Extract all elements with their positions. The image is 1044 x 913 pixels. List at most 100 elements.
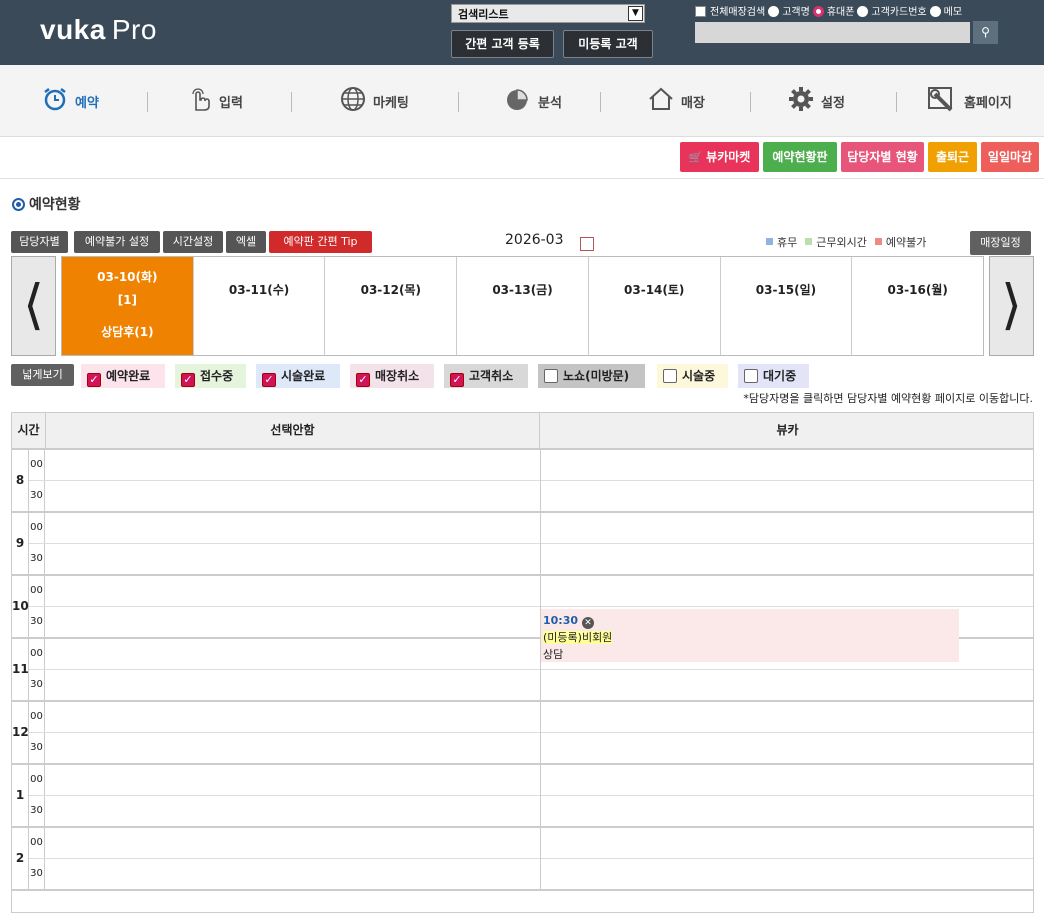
radio-icon[interactable] xyxy=(857,6,869,17)
action-label: 출퇴근 xyxy=(935,150,970,164)
time-slot[interactable] xyxy=(541,702,1033,732)
search-button[interactable]: ⚲ xyxy=(973,21,998,44)
search-option-2[interactable]: 휴대폰 xyxy=(812,3,854,18)
excel-button[interactable]: 엑셀 xyxy=(226,231,266,253)
time-setting-button[interactable]: 시간설정 xyxy=(163,231,223,253)
status-filter[interactable]: ✓ 고객취소 xyxy=(444,364,528,388)
status-filter[interactable]: ✓ 접수중 xyxy=(175,364,246,388)
nav-item-2[interactable]: 마케팅 xyxy=(340,65,409,137)
time-slot[interactable] xyxy=(541,513,1033,543)
time-slot[interactable] xyxy=(46,576,540,606)
time-slot[interactable] xyxy=(46,607,540,637)
legend-label: 휴무 xyxy=(777,236,798,249)
time-slot[interactable] xyxy=(541,481,1033,511)
staff-status-button[interactable]: 담당자별 현황 xyxy=(841,142,924,172)
daily-close-button[interactable]: 일일마감 xyxy=(981,142,1039,172)
status-filter[interactable]: 대기중 xyxy=(738,364,809,388)
time-slot[interactable] xyxy=(46,859,540,889)
appointment-card[interactable]: 10:30 ✕ (미등록)비회원 상담 xyxy=(541,609,959,662)
nav-item-0[interactable]: 예약 xyxy=(42,65,99,137)
day-cell[interactable]: 03-16(월) xyxy=(852,257,983,355)
status-filter[interactable]: 노쇼(미방문) xyxy=(538,364,645,388)
time-slot[interactable] xyxy=(541,544,1033,574)
nav-item-1[interactable]: 입력 xyxy=(188,65,243,137)
search-option-0[interactable]: 전체매장검색 xyxy=(695,3,765,18)
status-filter[interactable]: 시술중 xyxy=(657,364,728,388)
staff-column-header[interactable]: 뷰카 xyxy=(540,413,1033,448)
close-icon[interactable]: ✕ xyxy=(582,617,595,629)
quick-register-button[interactable]: 간편 고객 등록 xyxy=(451,30,554,58)
status-filter[interactable]: ✓ 매장취소 xyxy=(350,364,434,388)
radio-icon[interactable] xyxy=(768,6,780,17)
checkbox-icon[interactable] xyxy=(544,369,558,383)
vuka-market-button[interactable]: 🛒 뷰카마켓 xyxy=(680,142,759,172)
schedule-grid: 시간 선택안함 뷰카 8 00 30 9 00 30 10 00 30 11 00 30 12 00 30 1… xyxy=(11,412,1034,913)
day-date: 03-13(금) xyxy=(492,283,553,297)
time-column-header: 시간 xyxy=(12,413,46,448)
checkbox-icon[interactable] xyxy=(695,6,706,17)
nav-item-4[interactable]: 매장 xyxy=(648,65,705,137)
nav-item-6[interactable]: 홈페이지 xyxy=(927,65,1012,137)
search-option-4[interactable]: 메모 xyxy=(929,3,962,18)
checkbox-checked-icon[interactable]: ✓ xyxy=(450,373,464,387)
calendar-icon[interactable] xyxy=(580,237,594,251)
time-slot[interactable] xyxy=(46,733,540,763)
checkbox-checked-icon[interactable]: ✓ xyxy=(87,373,101,387)
radio-icon[interactable] xyxy=(812,6,824,17)
unavailable-setting-button[interactable]: 예약불가 설정 xyxy=(74,231,160,253)
search-input[interactable] xyxy=(695,22,970,43)
unregistered-customer-button[interactable]: 미등록 고객 xyxy=(563,30,653,58)
store-schedule-button[interactable]: 매장일정 xyxy=(970,231,1031,255)
time-slot[interactable] xyxy=(46,544,540,574)
reservation-board-button[interactable]: 예약현황판 xyxy=(763,142,837,172)
time-slot[interactable] xyxy=(46,450,540,480)
day-cell[interactable]: 03-14(토) xyxy=(589,257,721,355)
search-type-value: 검색리스트 xyxy=(458,8,509,21)
time-slot[interactable] xyxy=(46,639,540,669)
nav-divider xyxy=(896,92,897,112)
nav-item-5[interactable]: 설정 xyxy=(788,65,845,137)
time-slot[interactable] xyxy=(46,796,540,826)
status-filter[interactable]: ✓ 시술완료 xyxy=(256,364,340,388)
time-slot[interactable] xyxy=(541,733,1033,763)
time-slot[interactable] xyxy=(46,670,540,700)
tip-button[interactable]: 예약판 간편 Tip xyxy=(269,231,372,253)
checkbox-checked-icon[interactable]: ✓ xyxy=(356,373,370,387)
time-slot[interactable] xyxy=(541,576,1033,606)
day-cell[interactable]: 03-15(일) xyxy=(721,257,853,355)
time-slot[interactable] xyxy=(541,765,1033,795)
next-week-button[interactable]: ⟩ xyxy=(989,256,1034,356)
day-cell[interactable]: 03-10(화) [1] 상담후(1) xyxy=(62,257,194,355)
time-slot[interactable] xyxy=(541,670,1033,700)
staff-column-header[interactable]: 선택안함 xyxy=(46,413,540,448)
staff-view-button[interactable]: 담당자별 xyxy=(11,231,68,253)
time-slot[interactable] xyxy=(541,450,1033,480)
checkbox-icon[interactable] xyxy=(744,369,758,383)
radio-icon[interactable] xyxy=(929,6,941,17)
search-option-3[interactable]: 고객카드번호 xyxy=(857,3,927,18)
day-cell[interactable]: 03-11(수) xyxy=(194,257,326,355)
time-slot[interactable] xyxy=(541,859,1033,889)
search-option-1[interactable]: 고객명 xyxy=(768,3,810,18)
checkbox-icon[interactable] xyxy=(663,369,677,383)
search-type-select[interactable]: 검색리스트 ▼ xyxy=(451,4,645,23)
time-slot[interactable] xyxy=(46,702,540,732)
minute-label: 30 xyxy=(29,733,45,763)
time-slot[interactable] xyxy=(541,828,1033,858)
vuka-pro-logo[interactable]: vuka Pro xyxy=(40,14,157,46)
wide-view-button[interactable]: 넓게보기 xyxy=(11,364,74,386)
nav-item-3[interactable]: 분석 xyxy=(505,65,562,137)
time-slot[interactable] xyxy=(46,481,540,511)
time-slot[interactable] xyxy=(46,828,540,858)
time-slot[interactable] xyxy=(46,765,540,795)
checkbox-checked-icon[interactable]: ✓ xyxy=(181,373,195,387)
day-cell[interactable]: 03-12(목) xyxy=(325,257,458,355)
status-filter[interactable]: ✓ 예약완료 xyxy=(81,364,165,388)
prev-week-button[interactable]: ⟨ xyxy=(11,256,56,356)
checkbox-checked-icon[interactable]: ✓ xyxy=(262,373,276,387)
day-cell[interactable]: 03-13(금) xyxy=(457,257,589,355)
nav-divider xyxy=(291,92,292,112)
attendance-button[interactable]: 출퇴근 xyxy=(928,142,977,172)
time-slot[interactable] xyxy=(541,796,1033,826)
time-slot[interactable] xyxy=(46,513,540,543)
